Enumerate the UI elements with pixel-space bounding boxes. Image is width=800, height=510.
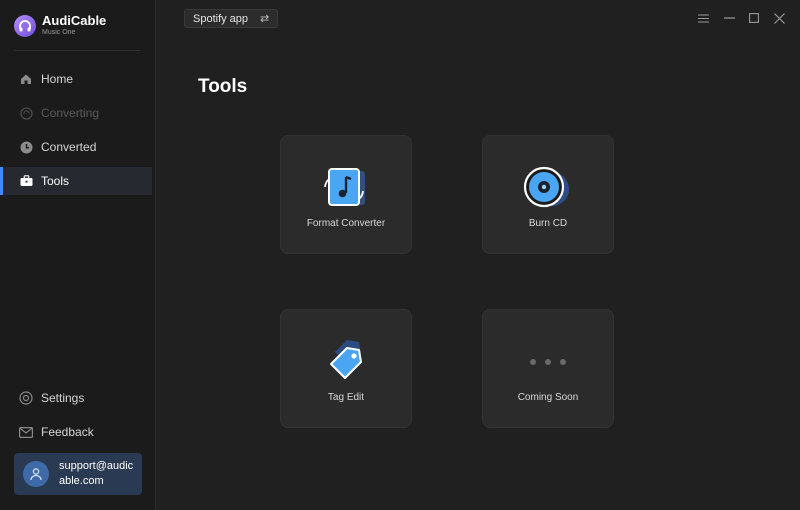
tool-card-coming-soon[interactable]: Coming Soon (482, 309, 614, 428)
tool-card-format-converter[interactable]: Format Converter (280, 135, 412, 254)
sidebar-item-converting[interactable]: Converting (0, 99, 152, 127)
sidebar-item-label: Converted (41, 140, 97, 154)
brand-name: AudiCable (42, 13, 107, 28)
source-switch-button[interactable]: Spotify app ⇄ (184, 9, 279, 28)
sidebar: AudiCable Music One Home Converting Conv… (0, 0, 156, 510)
active-indicator (0, 167, 3, 195)
tool-label: Coming Soon (517, 392, 579, 403)
sidebar-item-home[interactable]: Home (0, 65, 152, 93)
mail-icon (19, 425, 33, 439)
user-email: support@audicable.com (59, 460, 134, 487)
sidebar-item-tools[interactable]: Tools (0, 167, 152, 195)
close-icon[interactable] (772, 11, 786, 25)
sidebar-item-label: Home (41, 72, 74, 86)
sidebar-item-label: Feedback (41, 425, 94, 439)
clock-icon (19, 140, 33, 154)
maximize-icon[interactable] (747, 11, 761, 25)
tool-label: Burn CD (528, 218, 568, 229)
home-icon (19, 72, 33, 86)
sidebar-item-label: Converting (41, 106, 100, 120)
sidebar-item-converted[interactable]: Converted (0, 133, 152, 161)
converting-icon (19, 106, 33, 120)
audicable-logo-icon (14, 14, 36, 37)
swap-icon: ⇄ (260, 13, 270, 25)
brand-subtitle: Music One (42, 29, 76, 36)
sidebar-item-label: Settings (41, 391, 85, 405)
sidebar-item-label: Tools (41, 174, 70, 188)
tool-card-burn-cd[interactable]: Burn CD (482, 135, 614, 254)
menu-icon[interactable] (696, 11, 710, 25)
brand-divider (14, 50, 140, 51)
format-converter-icon (281, 164, 411, 212)
user-account-card[interactable]: support@audicable.com (14, 453, 142, 495)
more-dots-icon (483, 338, 613, 386)
gear-icon (19, 391, 33, 405)
tool-label: Tag Edit (327, 392, 365, 403)
tag-icon (281, 338, 411, 386)
cd-icon (483, 164, 613, 212)
sidebar-item-settings[interactable]: Settings (0, 384, 152, 412)
minimize-icon[interactable] (722, 11, 736, 25)
tool-label: Format Converter (306, 218, 386, 229)
tool-card-tag-edit[interactable]: Tag Edit (280, 309, 412, 428)
toolbox-icon (19, 174, 33, 188)
page-title: Tools (198, 76, 248, 97)
user-avatar-icon (23, 461, 49, 487)
sidebar-item-feedback[interactable]: Feedback (0, 418, 152, 446)
source-label: Spotify app (193, 12, 249, 25)
brand: AudiCable Music One (14, 14, 106, 37)
